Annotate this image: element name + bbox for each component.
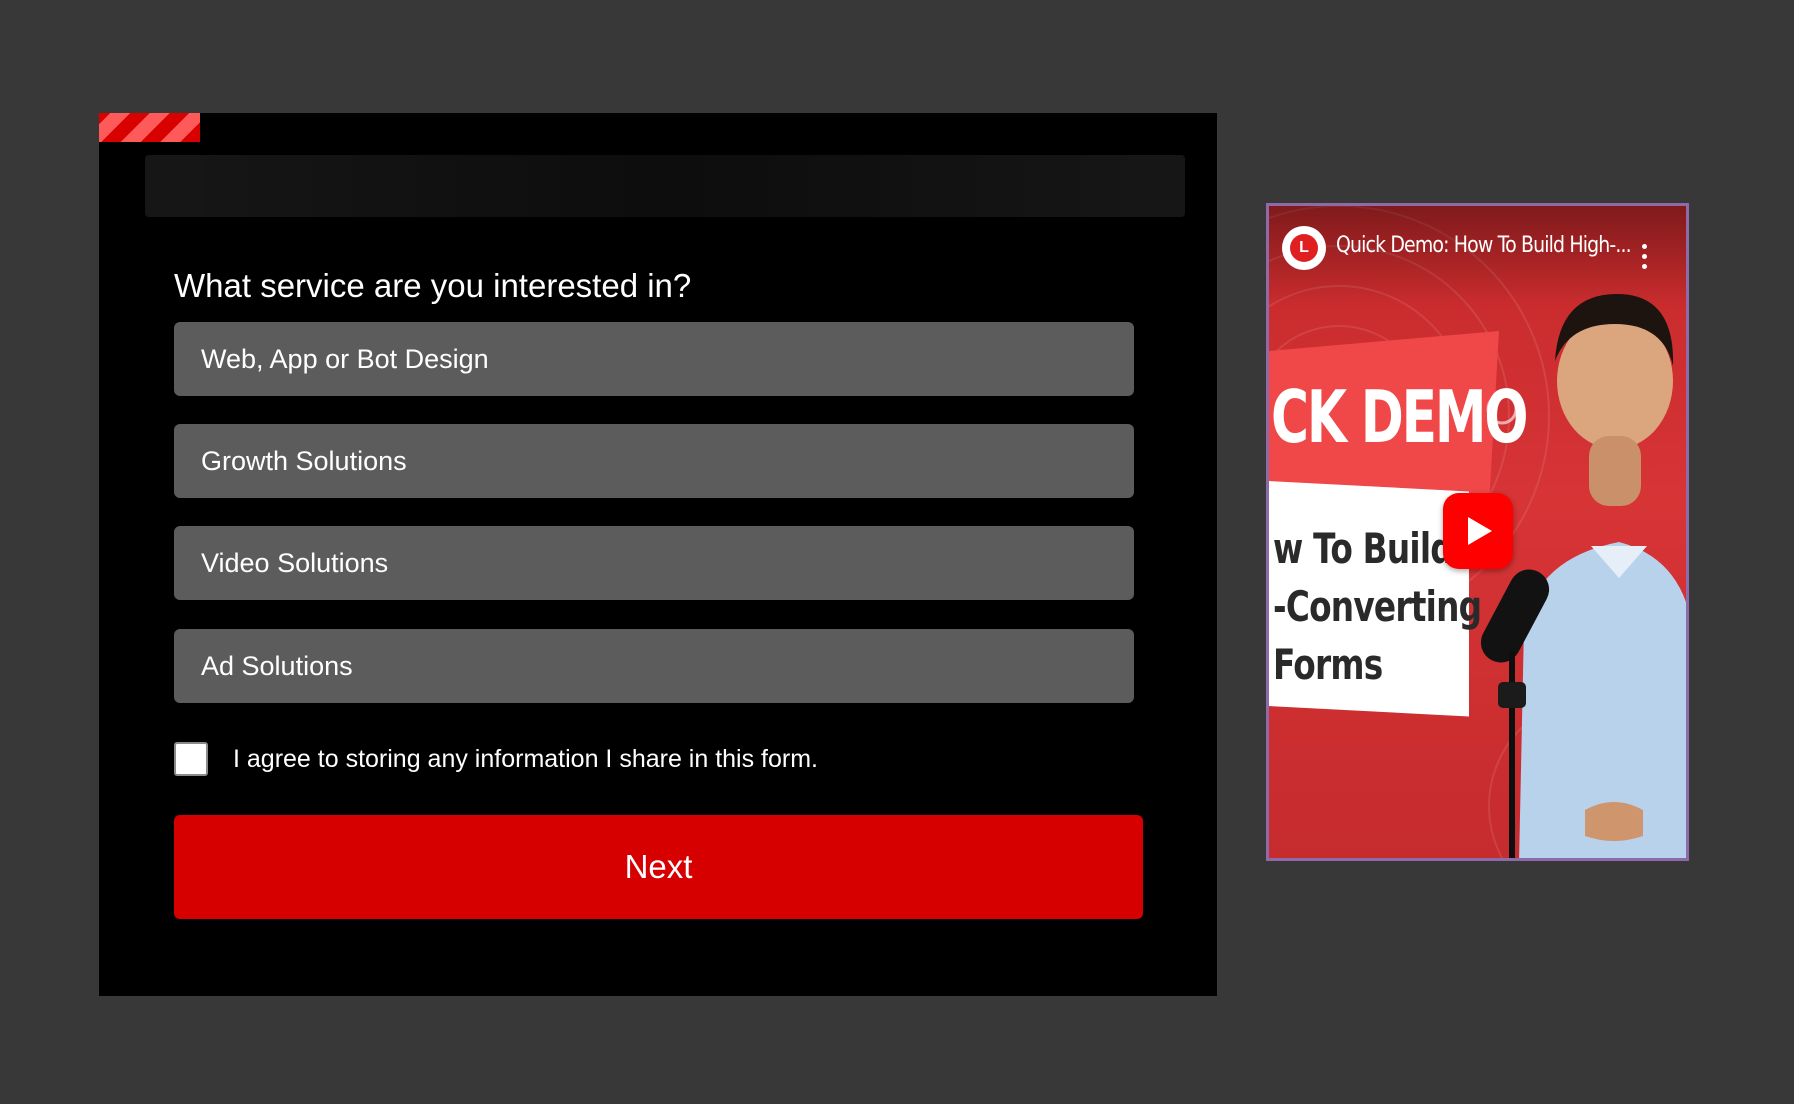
decorative-corner-stripe [99,113,200,142]
play-icon[interactable] [1443,493,1513,569]
next-button[interactable]: Next [174,815,1143,919]
video-title[interactable]: Quick Demo: How To Build High-... [1336,233,1632,258]
channel-logo-icon[interactable]: L [1282,226,1326,270]
consent-row: I agree to storing any information I sha… [174,739,818,779]
page: What service are you interested in? Web,… [0,0,1794,1104]
service-form: What service are you interested in? Web,… [99,113,1217,996]
thumbnail-subtitle-line-2: -Converting [1273,582,1482,631]
form-question: What service are you interested in? [174,267,692,304]
option-video-solutions[interactable]: Video Solutions [174,526,1134,600]
option-web-app-bot-design[interactable]: Web, App or Bot Design [174,322,1134,396]
form-header-placeholder [145,155,1185,217]
thumbnail-subtitle-line-3: Forms [1273,640,1383,689]
thumbnail-subtitle-line-1: w To Build [1273,524,1454,573]
thumbnail-headline: CK DEMO [1271,375,1528,459]
video-thumbnail[interactable]: L Quick Demo: How To Build High-... CK D… [1266,203,1689,861]
option-ad-solutions[interactable]: Ad Solutions [174,629,1134,703]
consent-checkbox[interactable] [174,742,208,776]
kebab-icon[interactable] [1642,244,1648,274]
consent-label: I agree to storing any information I sha… [233,744,818,773]
option-growth-solutions[interactable]: Growth Solutions [174,424,1134,498]
